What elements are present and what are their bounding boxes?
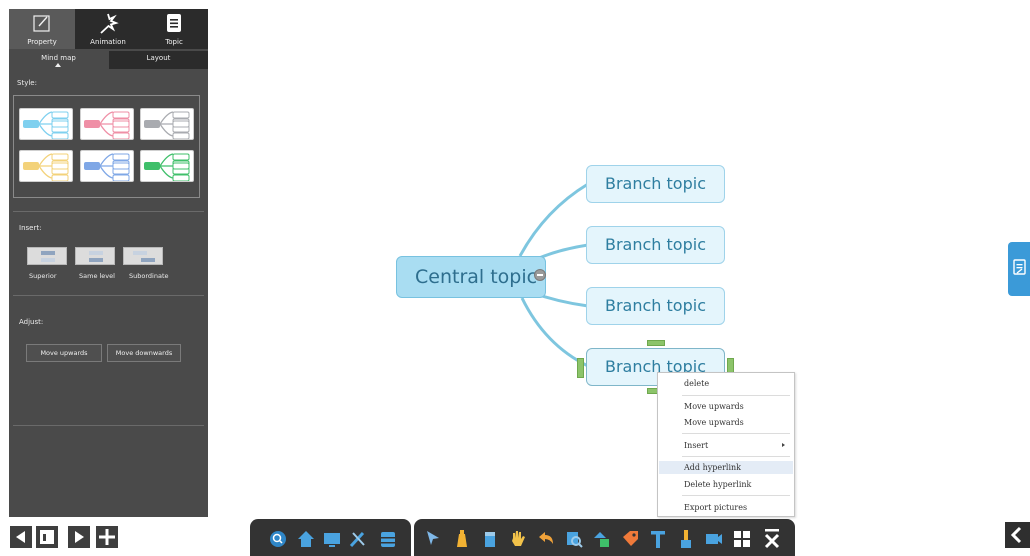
home-icon[interactable] <box>296 528 316 550</box>
menu-item-move-upwards[interactable]: Move upwards <box>659 416 793 429</box>
chevron-left-icon <box>1010 526 1022 544</box>
document-edit-icon <box>1013 259 1026 275</box>
add-above-handle[interactable] <box>647 340 665 346</box>
undo-icon[interactable] <box>536 528 556 550</box>
menu-item-move-upwards[interactable]: Move upwards <box>659 400 793 413</box>
menu-item-delete-hyperlink[interactable]: Delete hyperlink <box>659 478 793 491</box>
pen-tool-icon[interactable] <box>348 528 368 550</box>
menu-item-insert[interactable]: Insert <box>659 439 793 452</box>
context-menu: delete Move upwards Move upwards Insert … <box>657 372 795 517</box>
zoom-icon[interactable] <box>564 528 584 550</box>
branch-topic[interactable]: Branch topic <box>586 226 725 264</box>
text-icon[interactable] <box>648 528 668 550</box>
shapes-icon[interactable] <box>592 528 612 550</box>
grid-icon[interactable] <box>732 528 752 550</box>
menu-item-insert-label: Insert <box>684 441 709 450</box>
brush-icon[interactable] <box>676 528 696 550</box>
menu-item-export-pictures[interactable]: Export pictures <box>659 501 793 514</box>
close-icon[interactable] <box>762 528 782 550</box>
branch-topic[interactable]: Branch topic <box>586 165 725 203</box>
tag-icon[interactable] <box>620 528 640 550</box>
hand-icon[interactable] <box>508 528 528 550</box>
collapse-icon[interactable] <box>534 269 546 281</box>
menu-separator <box>682 456 790 457</box>
camera-icon[interactable] <box>704 528 724 550</box>
database-icon[interactable] <box>378 528 398 550</box>
branch-topic[interactable]: Branch topic <box>586 287 725 325</box>
menu-item-add-hyperlink[interactable]: Add hyperlink <box>659 461 793 474</box>
submenu-arrow-icon <box>782 443 785 447</box>
search-icon[interactable] <box>268 528 288 550</box>
side-panel-tab[interactable] <box>1008 242 1030 296</box>
collapse-toolbar-button[interactable] <box>1005 522 1030 548</box>
pointer-icon[interactable] <box>424 528 444 550</box>
add-left-handle[interactable] <box>577 358 584 378</box>
central-topic[interactable]: Central topic <box>396 256 546 298</box>
menu-separator <box>682 495 790 496</box>
eraser-icon[interactable] <box>480 528 500 550</box>
menu-item-delete[interactable]: delete <box>659 377 793 390</box>
menu-separator <box>682 395 790 396</box>
highlighter-icon[interactable] <box>452 528 472 550</box>
screen-icon[interactable] <box>322 528 342 550</box>
menu-separator <box>682 433 790 434</box>
